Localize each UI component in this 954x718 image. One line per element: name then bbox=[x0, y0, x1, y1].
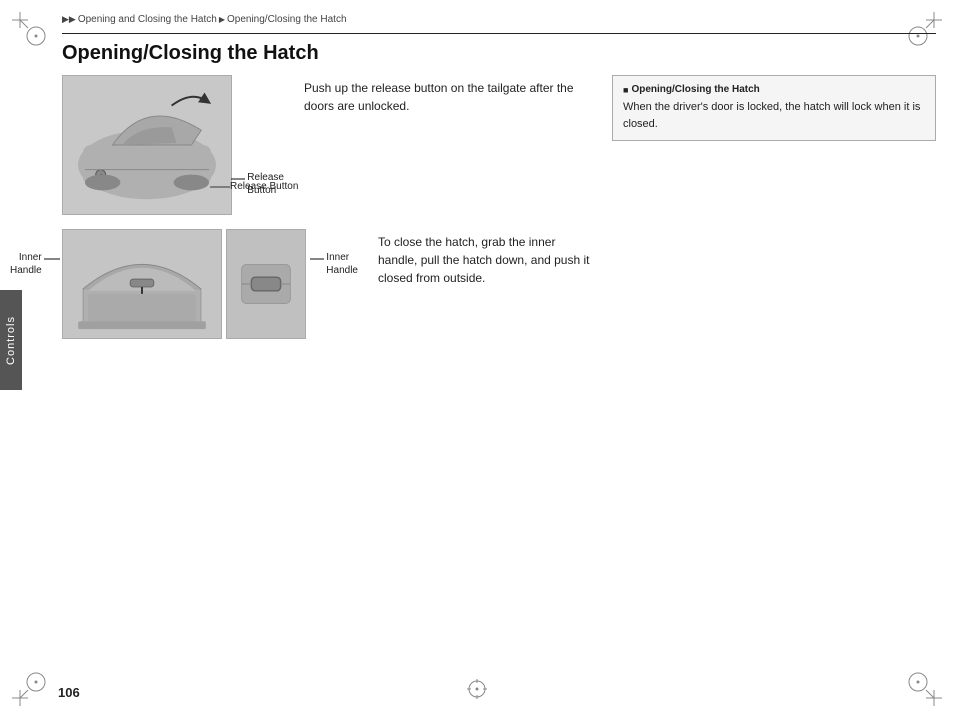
breadcrumb-part-2: Opening/Closing the Hatch bbox=[227, 14, 347, 25]
main-content: ▶▶ Opening and Closing the Hatch ▶ Openi… bbox=[22, 0, 954, 718]
breadcrumb: ▶▶ Opening and Closing the Hatch ▶ Openi… bbox=[62, 14, 936, 25]
inner-handle-label: InnerHandle bbox=[10, 251, 42, 277]
left-column: Release Button ReleaseButton Push up the… bbox=[62, 75, 592, 353]
breadcrumb-separator: ▶ bbox=[219, 15, 225, 24]
note-icon: ■ bbox=[623, 85, 628, 95]
bottom-car-image-right bbox=[226, 229, 306, 339]
title-divider bbox=[62, 33, 936, 34]
breadcrumb-arrow: ▶▶ bbox=[62, 14, 76, 25]
note-title: ■ Opening/Closing the Hatch bbox=[623, 84, 925, 95]
inner-handle-label-right: InnerHandle bbox=[326, 251, 358, 277]
top-description: Push up the release button on the tailga… bbox=[244, 75, 592, 215]
bottom-car-image-left bbox=[62, 229, 222, 339]
right-column: ■ Opening/Closing the Hatch When the dri… bbox=[612, 75, 936, 353]
page-title: Opening/Closing the Hatch bbox=[62, 42, 936, 65]
bottom-description-text: To close the hatch, grab the inner handl… bbox=[378, 233, 592, 287]
top-car-image bbox=[62, 75, 232, 215]
top-description-text: Push up the release button on the tailga… bbox=[304, 79, 592, 115]
breadcrumb-part-1: Opening and Closing the Hatch bbox=[78, 14, 217, 25]
side-tab-label: Controls bbox=[5, 316, 17, 365]
side-tab: Controls bbox=[0, 290, 22, 390]
note-text: When the driver's door is locked, the ha… bbox=[623, 99, 925, 132]
bottom-description: To close the hatch, grab the inner handl… bbox=[318, 229, 592, 339]
bottom-image-container: InnerHandle InnerHandle bbox=[62, 229, 306, 339]
top-image-container: Release Button ReleaseButton bbox=[62, 75, 232, 215]
top-image-block: Release Button ReleaseButton Push up the… bbox=[62, 75, 592, 215]
note-box: ■ Opening/Closing the Hatch When the dri… bbox=[612, 75, 936, 141]
bottom-image-block: InnerHandle InnerHandle To close the hat… bbox=[62, 229, 592, 339]
two-col-layout: Release Button ReleaseButton Push up the… bbox=[62, 75, 936, 353]
release-label-text: ReleaseButton bbox=[247, 171, 284, 197]
note-title-text: Opening/Closing the Hatch bbox=[631, 84, 759, 95]
